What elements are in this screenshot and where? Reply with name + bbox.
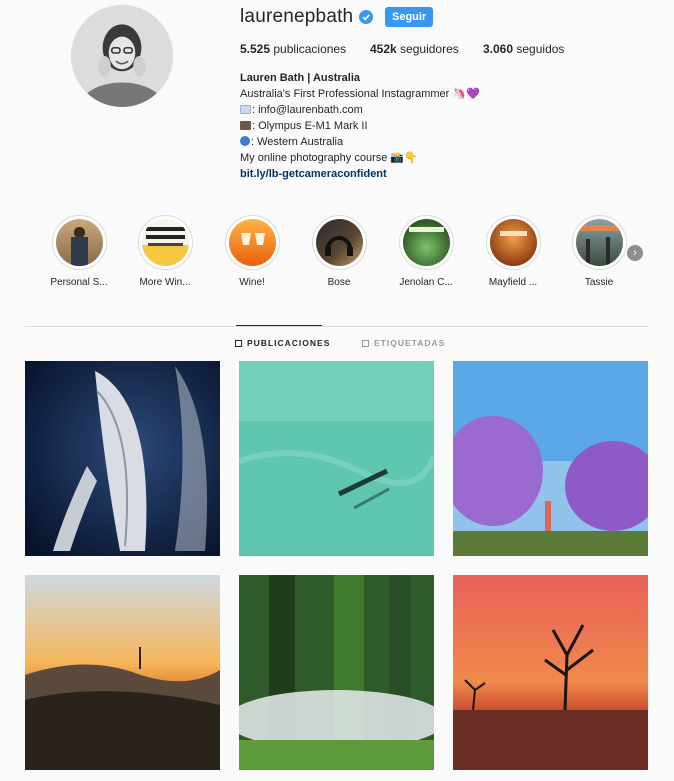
kayak-aerial-photo bbox=[239, 361, 434, 556]
bio-full-name: Lauren Bath | Australia bbox=[240, 72, 361, 84]
envelope-icon bbox=[240, 105, 251, 114]
bio-email: : info@laurenbath.com bbox=[252, 104, 363, 116]
highlight-ring bbox=[137, 215, 193, 270]
post-jacarandas[interactable] bbox=[453, 361, 648, 556]
post-kayak[interactable] bbox=[239, 361, 434, 556]
followers-label: seguidores bbox=[400, 42, 459, 56]
person-photo-icon bbox=[55, 219, 103, 266]
highlight-label: Bose bbox=[327, 277, 351, 288]
follow-button[interactable]: Seguir bbox=[385, 7, 434, 27]
dead-tree-sunset-photo bbox=[453, 575, 648, 770]
profile-bio: Lauren Bath | Australia Australia's Firs… bbox=[240, 70, 480, 182]
bio-tagline: Australia's First Professional Instagram… bbox=[240, 88, 480, 100]
post-whale[interactable] bbox=[25, 361, 220, 556]
wine-glasses-icon bbox=[228, 219, 276, 266]
globe-icon bbox=[240, 136, 250, 146]
following-count: 3.060 bbox=[483, 42, 514, 56]
post-misty-forest[interactable] bbox=[239, 575, 434, 770]
highlight-ring bbox=[224, 215, 280, 270]
highlight-ring bbox=[51, 215, 107, 270]
posts-label: publicaciones bbox=[273, 42, 347, 56]
stat-posts: 5.525 publicaciones bbox=[240, 42, 346, 56]
garden-icon bbox=[489, 219, 537, 266]
profile-username: laurenepbath bbox=[240, 6, 354, 27]
highlight-label: Mayfield ... bbox=[488, 277, 538, 288]
highlight-tassie[interactable]: Tassie bbox=[561, 215, 637, 288]
grid-icon bbox=[235, 340, 242, 347]
winery-text-icon bbox=[141, 219, 189, 266]
highlight-mayfield[interactable]: Mayfield ... bbox=[475, 215, 551, 288]
stat-followers[interactable]: 452k seguidores bbox=[370, 42, 459, 56]
post-sunset-hills[interactable] bbox=[25, 575, 220, 770]
jacaranda-photo bbox=[453, 361, 648, 556]
tab-posts-label: PUBLICACIONES bbox=[247, 338, 331, 348]
highlight-ring bbox=[485, 215, 541, 270]
post-dead-tree[interactable] bbox=[453, 575, 648, 770]
followers-count: 452k bbox=[370, 42, 397, 56]
highlight-more-wineries[interactable]: More Win... bbox=[127, 215, 203, 288]
bio-course: My online photography course 📸👇 bbox=[240, 152, 418, 164]
highlight-label: Jenolan C... bbox=[399, 277, 453, 288]
profile-avatar[interactable] bbox=[71, 5, 173, 107]
caves-icon bbox=[402, 219, 450, 266]
highlight-label: Personal S... bbox=[50, 277, 108, 288]
chevron-right-icon[interactable]: › bbox=[627, 245, 643, 261]
highlight-ring bbox=[571, 215, 627, 270]
whale-photo bbox=[25, 361, 220, 556]
tag-icon bbox=[362, 340, 369, 347]
highlight-wine[interactable]: Wine! bbox=[214, 215, 290, 288]
active-tab-indicator bbox=[236, 325, 322, 326]
forest-icon bbox=[575, 219, 623, 266]
bio-email-line: : info@laurenbath.com bbox=[240, 102, 480, 118]
bio-location: : Western Australia bbox=[251, 136, 344, 148]
avatar-photo bbox=[71, 5, 173, 107]
bio-camera-line: : Olympus E-M1 Mark II bbox=[240, 118, 480, 134]
bio-location-line: : Western Australia bbox=[240, 134, 480, 150]
highlight-label: Tassie bbox=[584, 277, 614, 288]
tab-tagged-label: ETIQUETADAS bbox=[374, 338, 446, 348]
verified-badge-icon bbox=[359, 10, 373, 24]
posts-count: 5.525 bbox=[240, 42, 271, 56]
misty-forest-photo bbox=[239, 575, 434, 770]
headphones-icon bbox=[315, 219, 363, 266]
camera-icon bbox=[240, 121, 251, 130]
following-label: seguidos bbox=[516, 42, 565, 56]
tabs-divider bbox=[25, 326, 648, 327]
highlight-label: Wine! bbox=[239, 277, 265, 288]
highlight-label: More Win... bbox=[139, 277, 191, 288]
highlight-ring bbox=[311, 215, 367, 270]
bio-camera: : Olympus E-M1 Mark II bbox=[252, 120, 368, 132]
highlight-personal[interactable]: Personal S... bbox=[41, 215, 117, 288]
sunset-hills-photo bbox=[25, 575, 220, 770]
stat-following[interactable]: 3.060 seguidos bbox=[483, 42, 564, 56]
highlight-ring bbox=[398, 215, 454, 270]
tab-tagged[interactable]: ETIQUETADAS bbox=[362, 338, 445, 348]
bio-link[interactable]: bit.ly/lb-getcameraconfident bbox=[240, 166, 480, 182]
tab-posts[interactable]: PUBLICACIONES bbox=[235, 338, 330, 348]
highlight-jenolan-caves[interactable]: Jenolan C... bbox=[388, 215, 464, 288]
highlight-bose[interactable]: Bose bbox=[301, 215, 377, 288]
